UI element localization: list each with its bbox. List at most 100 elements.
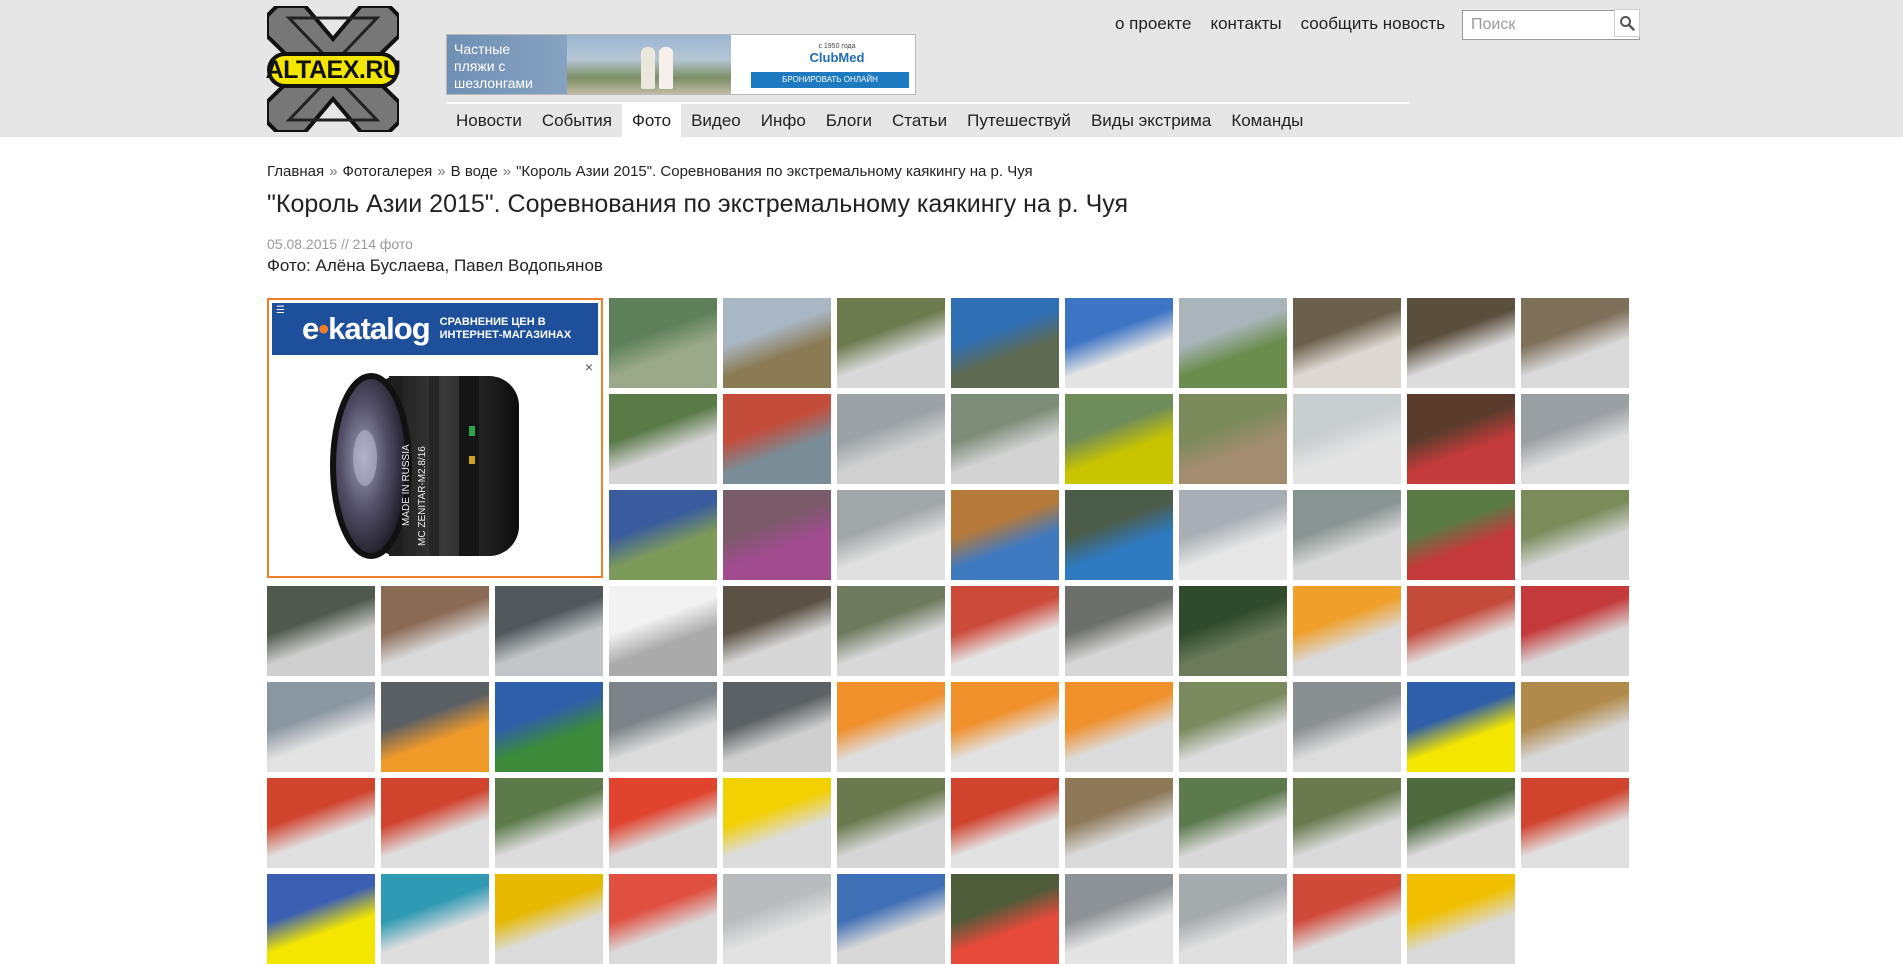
banner-figure [659, 47, 673, 89]
gallery-thumbnail[interactable] [723, 394, 831, 484]
breadcrumb-separator: » [329, 163, 338, 180]
gallery-thumbnail[interactable] [723, 682, 831, 772]
gallery-thumbnail[interactable] [495, 778, 603, 868]
gallery-thumbnail[interactable] [1293, 874, 1401, 964]
contacts-link[interactable]: контакты [1210, 14, 1281, 34]
gallery-thumbnail[interactable] [381, 778, 489, 868]
gallery-thumbnail[interactable] [1179, 298, 1287, 388]
gallery-thumbnail[interactable] [723, 778, 831, 868]
gallery-thumbnail[interactable] [609, 682, 717, 772]
gallery-thumbnail[interactable] [951, 394, 1059, 484]
gallery-thumbnail[interactable] [1407, 490, 1515, 580]
gallery-thumbnail[interactable] [951, 682, 1059, 772]
gallery-thumbnail[interactable] [495, 682, 603, 772]
gallery-thumbnail[interactable] [1521, 778, 1629, 868]
gallery-thumbnail[interactable] [495, 874, 603, 964]
gallery-thumbnail[interactable] [1521, 682, 1629, 772]
about-link[interactable]: о проекте [1115, 14, 1191, 34]
gallery-thumbnail[interactable] [1293, 682, 1401, 772]
gallery-thumbnail[interactable] [837, 682, 945, 772]
gallery-thumbnail[interactable] [1179, 682, 1287, 772]
gallery-thumbnail[interactable] [1293, 778, 1401, 868]
report-news-link[interactable]: сообщить новость [1301, 14, 1445, 34]
gallery-thumbnail[interactable] [1065, 586, 1173, 676]
gallery-thumbnail[interactable] [837, 778, 945, 868]
nav-item[interactable]: Виды экстрима [1081, 104, 1221, 137]
gallery-thumbnail[interactable] [1407, 682, 1515, 772]
gallery-thumbnail[interactable] [609, 394, 717, 484]
gallery-thumbnail[interactable] [1521, 298, 1629, 388]
gallery-thumbnail[interactable] [1407, 586, 1515, 676]
search-button[interactable] [1614, 9, 1640, 37]
gallery-thumbnail[interactable] [1293, 298, 1401, 388]
gallery-thumbnail[interactable] [609, 586, 717, 676]
gallery-thumbnail[interactable] [1065, 874, 1173, 964]
nav-item[interactable]: Видео [681, 104, 751, 137]
gallery-thumbnail[interactable] [1179, 394, 1287, 484]
gallery-thumbnail[interactable] [1179, 490, 1287, 580]
gallery-thumbnail[interactable] [723, 298, 831, 388]
nav-item[interactable]: Новости [446, 104, 532, 137]
gallery-thumbnail[interactable] [495, 586, 603, 676]
nav-item[interactable]: Статьи [882, 104, 957, 137]
gallery-thumbnail[interactable] [1521, 394, 1629, 484]
gallery-thumbnail[interactable] [609, 874, 717, 964]
gallery-thumbnail[interactable] [1065, 490, 1173, 580]
gallery-thumbnail[interactable] [1293, 490, 1401, 580]
nav-item[interactable]: Блоги [816, 104, 882, 137]
gallery-thumbnail[interactable] [723, 586, 831, 676]
gallery-thumbnail[interactable] [837, 394, 945, 484]
gallery-thumbnail[interactable] [723, 874, 831, 964]
gallery-thumbnail[interactable] [1407, 874, 1515, 964]
gallery-thumbnail[interactable] [609, 778, 717, 868]
gallery-thumbnail[interactable] [1065, 298, 1173, 388]
gallery-thumbnail[interactable] [837, 874, 945, 964]
gallery-thumbnail[interactable] [1065, 778, 1173, 868]
gallery-thumbnail[interactable] [381, 586, 489, 676]
gallery-thumbnail[interactable] [837, 586, 945, 676]
nav-item[interactable]: Команды [1221, 104, 1313, 137]
gallery-thumbnail[interactable] [1407, 778, 1515, 868]
gallery-thumbnail[interactable] [1293, 586, 1401, 676]
gallery-thumbnail[interactable] [1065, 682, 1173, 772]
site-logo[interactable]: ALTAEX.RU [265, 4, 401, 134]
ekatalog-ad[interactable]: ☰ e•katalog СРАВНЕНИЕ ЦЕН В ИНТЕРНЕТ-МАГ… [267, 298, 603, 578]
gallery-thumbnail[interactable] [1179, 778, 1287, 868]
gallery-thumbnail[interactable] [837, 298, 945, 388]
breadcrumb-item[interactable]: Фотогалерея [342, 163, 432, 180]
gallery-thumbnail[interactable] [267, 778, 375, 868]
gallery-thumbnail[interactable] [951, 298, 1059, 388]
gallery-thumbnail[interactable] [951, 778, 1059, 868]
gallery-thumbnail[interactable] [381, 874, 489, 964]
gallery-thumbnail[interactable] [267, 586, 375, 676]
banner-ad[interactable]: Частные пляжи с шезлонгами с 1950 года C… [446, 34, 916, 95]
top-links: о проекте контакты сообщить новость [1115, 14, 1445, 34]
gallery-thumbnail[interactable] [951, 874, 1059, 964]
gallery-thumbnail[interactable] [1065, 394, 1173, 484]
gallery-thumbnail[interactable] [1407, 394, 1515, 484]
gallery-thumbnail[interactable] [951, 490, 1059, 580]
gallery-thumbnail[interactable] [609, 298, 717, 388]
gallery-thumbnail[interactable] [1293, 394, 1401, 484]
nav-item[interactable]: Инфо [751, 104, 816, 137]
gallery-thumbnail[interactable] [267, 874, 375, 964]
gallery-thumbnail[interactable] [1407, 298, 1515, 388]
breadcrumb-item[interactable]: Главная [267, 163, 324, 180]
banner-book-button[interactable]: БРОНИРОВАТЬ ОНЛАЙН [751, 72, 909, 88]
gallery-thumbnail[interactable] [1521, 490, 1629, 580]
gallery-thumbnail[interactable] [267, 682, 375, 772]
gallery-thumbnail[interactable] [1179, 874, 1287, 964]
gallery-thumbnail[interactable] [1179, 586, 1287, 676]
gallery-thumbnail[interactable] [381, 682, 489, 772]
ad-close-icon[interactable]: × [585, 359, 593, 375]
nav-item[interactable]: Путешествуй [957, 104, 1081, 137]
nav-item[interactable]: Фото [622, 104, 682, 137]
gallery-thumbnail[interactable] [609, 490, 717, 580]
nav-item[interactable]: События [532, 104, 622, 137]
breadcrumb-item[interactable]: В воде [451, 163, 498, 180]
gallery-thumbnail[interactable] [951, 586, 1059, 676]
gallery-thumbnail[interactable] [1521, 586, 1629, 676]
gallery-thumbnail[interactable] [723, 490, 831, 580]
ad-menu-icon[interactable]: ☰ [276, 305, 285, 316]
gallery-thumbnail[interactable] [837, 490, 945, 580]
